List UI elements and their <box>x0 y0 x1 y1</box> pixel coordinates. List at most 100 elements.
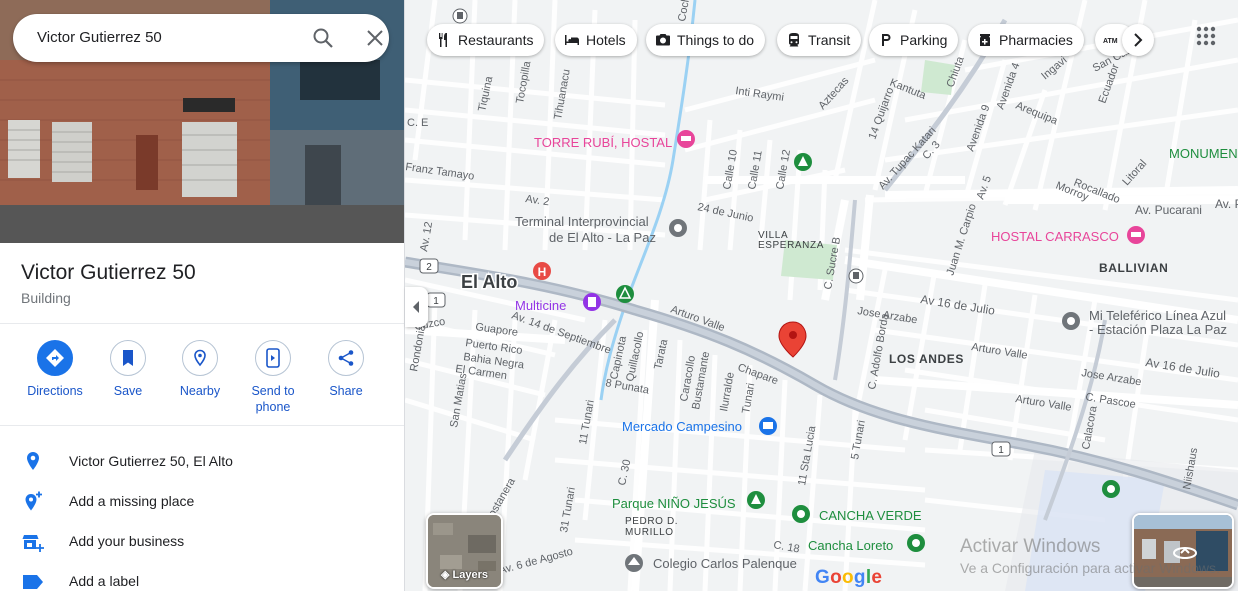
divider <box>0 425 404 426</box>
send-to-phone-button[interactable]: Send to phone <box>238 340 308 415</box>
nearby-icon <box>182 340 218 376</box>
svg-text:- Estación Plaza La Paz: - Estación Plaza La Paz <box>1089 322 1227 337</box>
chip-restaurants[interactable]: Restaurants <box>427 24 545 56</box>
share-icon <box>328 340 364 376</box>
poi-triangle-marker[interactable] <box>616 285 634 303</box>
route-shield-1-east: 1 <box>991 441 1011 457</box>
poi-park-north[interactable] <box>794 153 812 171</box>
svg-text:CANCHA VERDE: CANCHA VERDE <box>819 508 922 523</box>
add-label-text: Add a label <box>69 573 140 589</box>
svg-text:Terminal Interprovincial: Terminal Interprovincial <box>515 214 649 229</box>
add-business-icon <box>21 530 45 554</box>
windows-activation-subtitle: Ve a Configuración para activar Windows. <box>960 560 1220 576</box>
street-label: Av. Pu <box>1215 197 1238 211</box>
directions-label: Directions <box>27 384 83 398</box>
map-svg[interactable]: 2 1 1 Av. Pucarani Av. Pu Av 16 de Julio… <box>405 0 1238 591</box>
collapse-panel-button[interactable] <box>405 287 428 327</box>
route-shield-2: 2 <box>419 258 439 274</box>
svg-text:ATM: ATM <box>1103 38 1118 45</box>
apps-grid-icon[interactable] <box>1194 24 1218 48</box>
bed-icon <box>564 32 580 48</box>
street-label: C. E <box>407 117 428 129</box>
divider <box>0 323 404 324</box>
poi-bus-stop-top[interactable] <box>452 8 468 24</box>
send-to-phone-label: Send to phone <box>251 384 295 414</box>
add-missing-place-text: Add a missing place <box>69 493 195 509</box>
add-business-row[interactable]: Add your business <box>0 521 404 561</box>
pharmacy-icon <box>977 32 993 48</box>
bookmark-icon <box>110 340 146 376</box>
save-button[interactable]: Save <box>93 340 163 399</box>
send-to-phone-icon <box>255 340 291 376</box>
add-place-icon <box>21 490 45 514</box>
svg-text:H: H <box>538 265 547 279</box>
layers-button[interactable]: ◈ Layers <box>426 513 503 589</box>
place-category[interactable]: Building <box>21 290 71 306</box>
chevron-left-icon <box>413 301 419 313</box>
google-logo: Google <box>815 567 883 588</box>
parking-icon <box>878 32 894 48</box>
chip-pharmacies[interactable]: Pharmacies <box>968 24 1084 56</box>
windows-activation-title: Activar Windows <box>960 536 1101 557</box>
location-pin-icon <box>21 450 45 474</box>
svg-text:Colegio Carlos Palenque: Colegio Carlos Palenque <box>653 556 797 571</box>
layers-icon: ◈ <box>441 569 453 581</box>
svg-text:1: 1 <box>998 445 1004 456</box>
label-icon <box>21 570 45 591</box>
svg-text:Multicine: Multicine <box>515 298 566 313</box>
address-text: Victor Gutierrez 50, El Alto <box>69 453 233 469</box>
search-icon[interactable] <box>311 26 335 50</box>
search-box[interactable]: Victor Gutierrez 50 <box>13 14 389 62</box>
search-input[interactable]: Victor Gutierrez 50 <box>37 29 162 46</box>
svg-text:HOSTAL CARRASCO: HOSTAL CARRASCO <box>991 229 1119 244</box>
close-icon[interactable] <box>363 26 387 50</box>
poi-green-marker-east[interactable] <box>1102 480 1120 498</box>
atm-icon: ATM <box>1103 32 1119 48</box>
add-business-text: Add your business <box>69 533 185 549</box>
camera-icon <box>655 32 671 48</box>
share-button[interactable]: Share <box>311 340 381 399</box>
svg-text:Parque NIÑO JESÚS: Parque NIÑO JESÚS <box>612 496 736 511</box>
directions-icon <box>37 340 73 376</box>
nearby-button[interactable]: Nearby <box>165 340 235 399</box>
route-shield-1-west: 1 <box>426 292 446 308</box>
poi-monumento[interactable]: MONUMEN <box>1169 146 1238 161</box>
street-view-thumbnail[interactable] <box>1132 513 1234 589</box>
chip-transit[interactable]: Transit <box>777 24 862 56</box>
share-label: Share <box>329 384 363 398</box>
svg-text:2: 2 <box>426 262 432 273</box>
map-canvas[interactable]: 2 1 1 Av. Pucarani Av. Pu Av 16 de Julio… <box>405 0 1238 591</box>
address-row[interactable]: Victor Gutierrez 50, El Alto <box>0 441 404 481</box>
area-label: PEDRO D. <box>625 516 678 527</box>
chip-things-to-do[interactable]: Things to do <box>646 24 766 56</box>
place-side-panel: Victor Gutierrez 50 Victor Gutierrez 50 … <box>0 0 405 591</box>
area-label: MURILLO <box>625 527 674 538</box>
area-label: ESPERANZA <box>758 240 824 251</box>
svg-text:Cancha Loreto: Cancha Loreto <box>808 538 893 553</box>
svg-text:Mercado Campesino: Mercado Campesino <box>622 419 742 434</box>
svg-text:Mi Teleférico Línea Azul: Mi Teleférico Línea Azul <box>1089 308 1226 323</box>
svg-text:TORRE RUBÍ, HOSTAL: TORRE RUBÍ, HOSTAL <box>534 135 672 150</box>
poi-bus-stop[interactable] <box>848 268 864 284</box>
chevron-right-icon <box>1134 33 1143 47</box>
chips-next-button[interactable] <box>1122 24 1154 56</box>
nearby-label: Nearby <box>179 384 221 398</box>
fork-knife-icon <box>436 32 452 48</box>
city-label: El Alto <box>461 272 517 292</box>
directions-button[interactable]: Directions <box>20 340 90 399</box>
svg-text:de El Alto - La Paz: de El Alto - La Paz <box>549 230 656 245</box>
svg-text:1: 1 <box>433 296 439 307</box>
chip-hotels[interactable]: Hotels <box>555 24 637 56</box>
street-label: Av. Pucarani <box>1135 203 1202 217</box>
place-title: Victor Gutierrez 50 <box>21 261 196 284</box>
area-label: LOS ANDES <box>889 352 964 366</box>
train-icon <box>786 32 802 48</box>
area-label: BALLIVIAN <box>1099 261 1168 275</box>
add-label-row[interactable]: Add a label <box>0 561 404 591</box>
poi-hospital[interactable]: H <box>533 262 551 280</box>
add-missing-place-row[interactable]: Add a missing place <box>0 481 404 521</box>
layers-label: ◈ Layers <box>441 569 488 581</box>
chip-parking[interactable]: Parking <box>869 24 959 56</box>
save-label: Save <box>113 384 143 398</box>
google-maps-window: 2 1 1 Av. Pucarani Av. Pu Av 16 de Julio… <box>0 0 1238 591</box>
